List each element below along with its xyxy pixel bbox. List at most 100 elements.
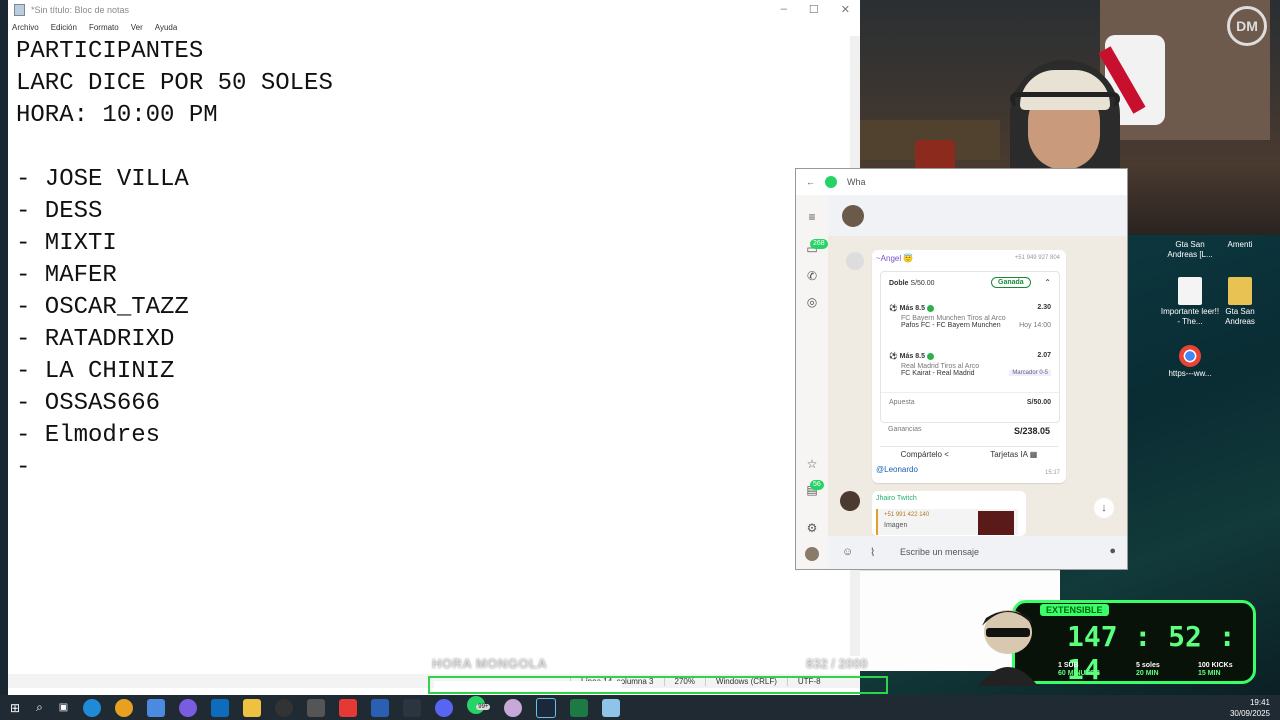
quoted-message[interactable]: +51 991 422 140 Imagen — [876, 509, 1018, 535]
file-explorer-icon[interactable] — [243, 698, 262, 717]
bet-type: Doble — [889, 280, 909, 287]
word-icon[interactable] — [371, 698, 390, 717]
youtube-icon[interactable] — [339, 698, 358, 717]
share-label: Compártelo — [900, 450, 942, 459]
app-icon-2[interactable] — [504, 698, 523, 717]
extensible-tag: EXTENSIBLE — [1040, 604, 1109, 616]
loading-app-icon[interactable] — [403, 698, 422, 717]
gear-icon[interactable]: ⚙ — [805, 521, 819, 535]
sub-reward: 1 SUB 60 MINUTOS — [1058, 662, 1100, 678]
quoted-thumbnail — [978, 511, 1014, 535]
minimize-icon[interactable]: – — [781, 3, 787, 16]
window-controls: – ☐ ✕ — [781, 3, 850, 16]
obs-icon[interactable] — [275, 698, 294, 717]
star-icon[interactable]: ☆ — [805, 457, 819, 471]
desktop-icon-label: Amenti — [1227, 240, 1253, 249]
taskbar: ⊞ ⌕ ▣ 99+ 19:41 30/09/2025 — [0, 695, 1280, 720]
stake-label: Apuesta — [889, 399, 915, 406]
share-button[interactable]: Compártelo < — [901, 450, 949, 459]
menu-ayuda[interactable]: Ayuda — [155, 23, 178, 32]
dm-logo: DM — [1227, 6, 1267, 46]
text-line: LARC DICE POR 50 SOLES — [16, 70, 333, 97]
message-bubble: ~Angel 😇 +51 949 927 804 Doble S/50.00 G… — [872, 250, 1066, 483]
discord-icon[interactable] — [435, 698, 454, 717]
maximize-icon[interactable]: ☐ — [809, 3, 819, 16]
divider — [881, 392, 1059, 393]
system-clock[interactable]: 19:41 30/09/2025 — [1230, 697, 1270, 719]
window-title: *Sin título: Bloc de notas — [31, 5, 130, 15]
desktop-icon-gta[interactable]: Gta San Andreas — [1210, 277, 1270, 327]
bet-actions: Compártelo < Tarjetas IA ▦ — [880, 446, 1058, 459]
chats-badge: 268 — [810, 239, 828, 249]
search-icon[interactable]: ⌕ — [36, 700, 43, 715]
status-icon[interactable]: ◎ — [805, 295, 819, 309]
attach-icon[interactable]: ⌇ — [870, 546, 875, 559]
kicks-reward: 100 KICKs 15 MIN — [1198, 662, 1233, 678]
status-badge: 56 — [810, 480, 824, 490]
ai-cards-label: Tarjetas IA — [990, 450, 1028, 459]
notepad-titlebar: *Sin título: Bloc de notas — [0, 0, 860, 20]
menu-edicion[interactable]: Edición — [51, 23, 77, 32]
message-input-bar: ☺ ⌇ Escribe un mensaje ● — [828, 536, 1127, 569]
scroll-down-icon[interactable]: ↓ — [1094, 498, 1114, 518]
menu-archivo[interactable]: Archivo — [12, 23, 39, 32]
stake-value: S/50.00 — [1026, 399, 1051, 406]
overlay-counter: 832 / 2000 — [806, 656, 868, 671]
windows-start-icon[interactable]: ⊞ — [10, 701, 20, 715]
menu-bar: Archivo Edición Formato Ver Ayuda — [0, 20, 860, 34]
whatsapp-sidebar: ≡ ▭ 268 ✆ ◎ ☆ ▤ 56 ⚙ — [796, 195, 828, 569]
bet-header: Doble S/50.00 — [889, 280, 935, 287]
whatsapp-title: Wha — [847, 177, 866, 187]
store-icon[interactable] — [147, 698, 166, 717]
message-input[interactable]: Escribe un mensaje — [900, 547, 979, 557]
menu-formato[interactable]: Formato — [89, 23, 119, 32]
text-line: - RATADRIXD — [16, 326, 175, 353]
emoji-icon[interactable]: ☺ — [842, 546, 853, 558]
whatsapp-taskbar-button[interactable]: 99+ — [460, 696, 492, 719]
chrome-icon[interactable] — [115, 698, 134, 717]
excel-icon[interactable] — [570, 698, 589, 717]
message-bubble-2: Jhairo Twitch +51 991 422 140 Imagen — [872, 491, 1026, 536]
check-icon — [926, 352, 934, 360]
back-arrow-icon[interactable]: ← — [806, 177, 815, 187]
sender-phone: +51 949 927 804 — [1014, 255, 1060, 261]
document-icon — [1178, 277, 1202, 305]
text-line: - MIXTI — [16, 230, 117, 257]
stream-countdown: EXTENSIBLE 147 : 52 : 14 1 SUB 60 MINUTO… — [970, 598, 1256, 686]
progress-fill — [434, 681, 622, 689]
notepad-icon — [14, 4, 25, 16]
desktop-icon-chrome-link[interactable]: https---ww... — [1160, 345, 1220, 379]
phone-icon[interactable]: ✆ — [805, 269, 819, 283]
app-icon[interactable] — [307, 698, 326, 717]
whatsapp-titlebar: ← Wha — [796, 169, 871, 195]
group-avatar[interactable] — [842, 205, 864, 227]
chevron-up-icon[interactable]: ⌃ — [1044, 278, 1051, 287]
steam-icon[interactable] — [536, 697, 557, 718]
whatsapp-window: ← Wha ≡ ▭ 268 ✆ ◎ ☆ ▤ 56 ⚙ ~Angel 😇 +51 … — [795, 168, 1128, 570]
chrome-icon — [1179, 345, 1201, 367]
taskbar-badge: 99+ — [476, 704, 491, 710]
kicks-reward-top: 100 KICKs — [1198, 662, 1233, 669]
menu-ver[interactable]: Ver — [131, 23, 143, 32]
check-icon — [926, 304, 934, 312]
avatar[interactable] — [805, 547, 819, 561]
outlook-icon[interactable] — [211, 698, 230, 717]
notepad-icon[interactable] — [602, 698, 621, 717]
task-view-icon[interactable]: ▣ — [59, 702, 68, 713]
mention-link[interactable]: @Leonardo — [876, 465, 918, 474]
text-line: PARTICIPANTES — [16, 38, 204, 65]
menu-icon[interactable]: ≡ — [805, 210, 819, 224]
winnings-label: Ganancias — [888, 426, 922, 433]
sub-reward-top: 1 SUB — [1058, 662, 1079, 669]
text-editor[interactable]: PARTICIPANTES LARC DICE POR 50 SOLES HORA:… — [16, 36, 333, 484]
copilot-icon[interactable] — [179, 698, 198, 717]
desktop-icon-amenti[interactable]: Amenti — [1210, 240, 1270, 250]
ai-cards-button[interactable]: Tarjetas IA ▦ — [990, 450, 1037, 459]
microphone-icon[interactable]: ● — [1109, 545, 1116, 557]
text-line: - OSSAS666 — [16, 390, 161, 417]
pick2-odds: 2.07 — [1037, 352, 1051, 359]
chat-area: ~Angel 😇 +51 949 927 804 Doble S/50.00 G… — [828, 236, 1127, 536]
desktop-icon-label: Gta San Andreas — [1225, 307, 1255, 326]
edge-icon[interactable] — [83, 698, 102, 717]
close-icon[interactable]: ✕ — [841, 3, 850, 16]
